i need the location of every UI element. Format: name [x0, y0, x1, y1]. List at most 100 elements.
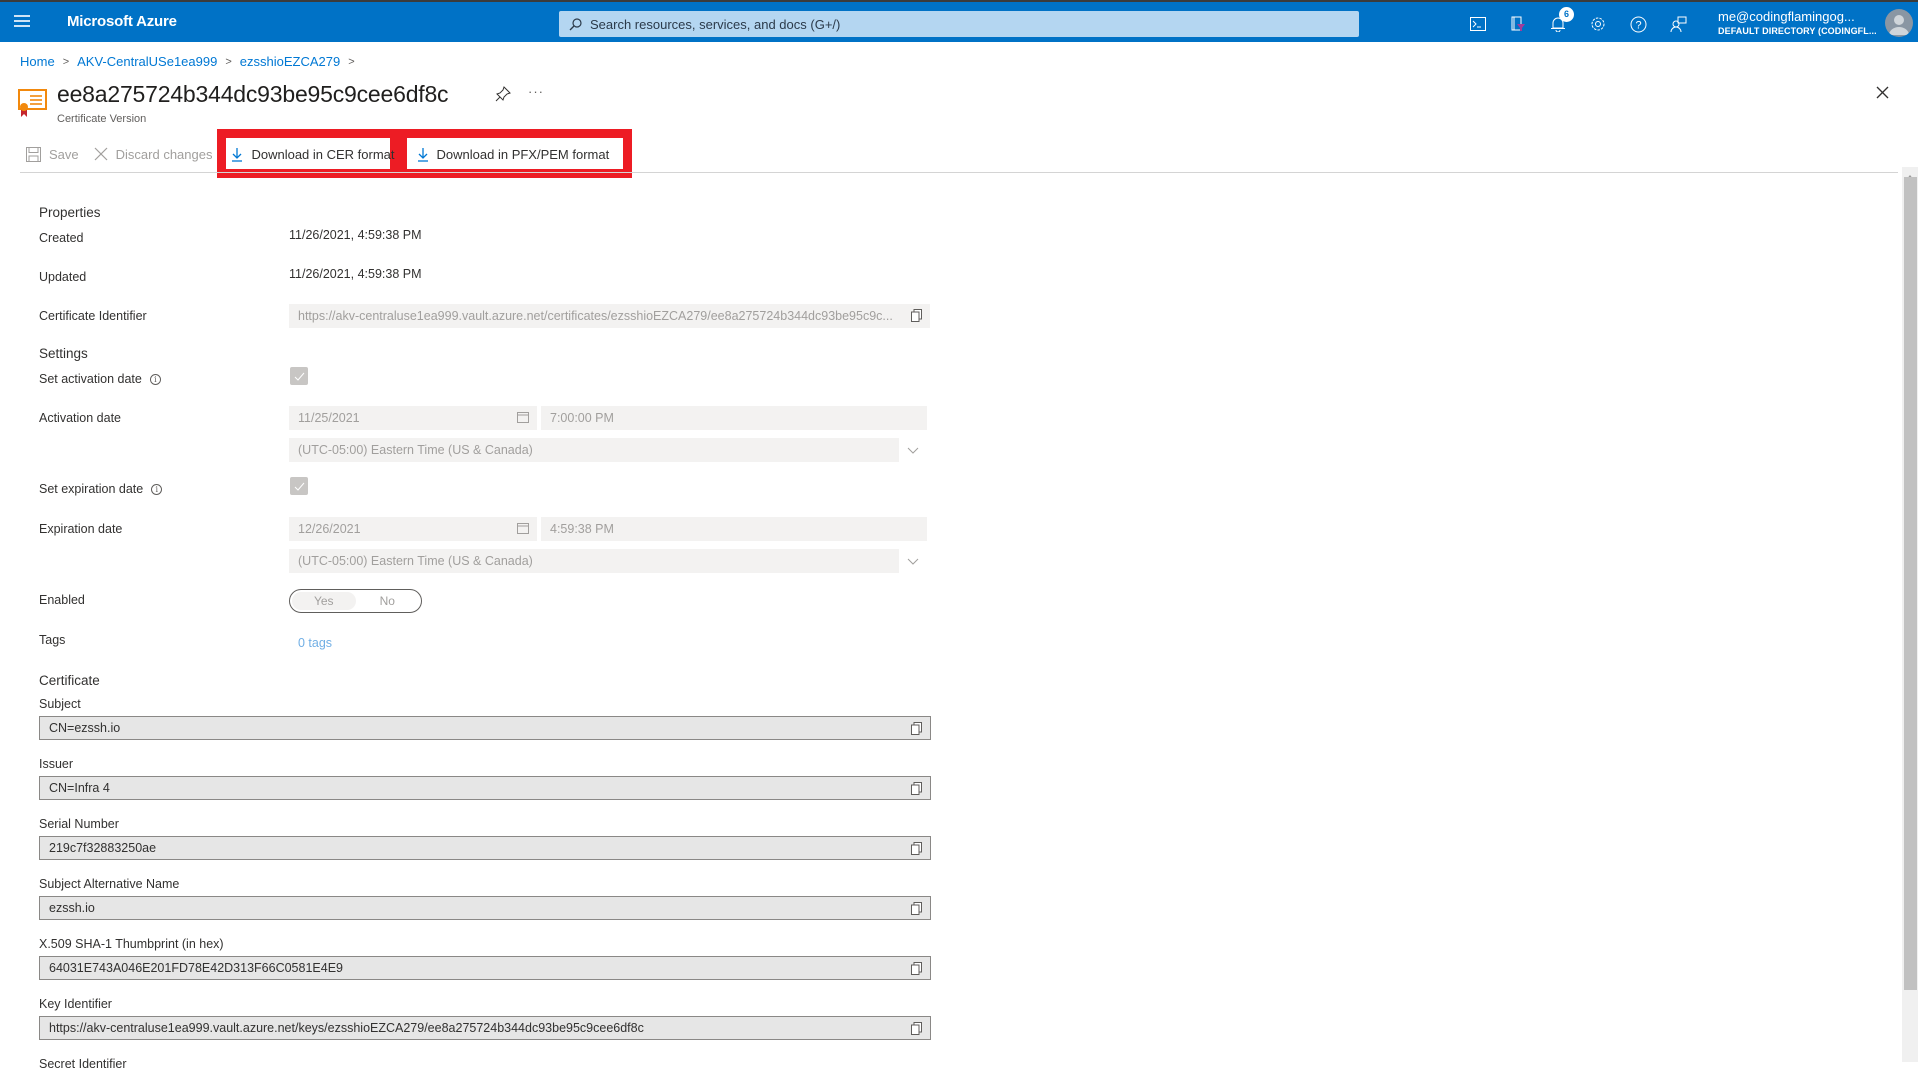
command-bar: Save Discard changes Download in CER for… [20, 140, 609, 168]
download-cer-label: Download in CER format [251, 146, 395, 162]
set-activation-date-checkbox[interactable] [290, 367, 308, 385]
certificate-field-label: Key Identifier [39, 997, 112, 1011]
copy-icon[interactable] [911, 842, 922, 858]
checkmark-icon [294, 372, 304, 381]
activation-date-picker[interactable]: 11/25/2021 [289, 406, 537, 430]
more-options-button[interactable]: ··· [528, 84, 544, 99]
certificate-field-text: ezssh.io [49, 901, 95, 915]
certificate-field-value[interactable]: CN=ezssh.io [39, 716, 931, 740]
account-menu[interactable]: me@codingflamingog... DEFAULT DIRECTORY … [1718, 9, 1877, 38]
expiration-time-value: 4:59:38 PM [550, 522, 614, 536]
certificate-field-value[interactable]: ezssh.io [39, 896, 931, 920]
certificate-field-value[interactable]: 64031E743A046E201FD78E42D313F66C0581E4E9 [39, 956, 931, 980]
copy-icon[interactable] [911, 1022, 922, 1038]
chevron-down-icon[interactable] [899, 438, 927, 462]
settings-icon[interactable] [1587, 13, 1609, 35]
certificate-field-value[interactable]: CN=Infra 4 [39, 776, 931, 800]
certificate-field-value[interactable]: https://akv-centraluse1ea999.vault.azure… [39, 1016, 931, 1040]
cloud-shell-icon[interactable] [1467, 13, 1489, 35]
global-search[interactable] [559, 11, 1359, 37]
vertical-scrollbar[interactable] [1902, 167, 1918, 1062]
search-input[interactable] [590, 16, 1330, 32]
certificate-heading: Certificate [39, 673, 100, 688]
chevron-right-icon: > [62, 55, 70, 68]
copy-icon[interactable] [911, 962, 922, 978]
avatar[interactable] [1885, 9, 1913, 37]
calendar-icon[interactable] [517, 522, 529, 537]
discard-changes-button[interactable]: Discard changes [94, 140, 212, 168]
certificate-field-text: https://akv-centraluse1ea999.vault.azure… [49, 1021, 644, 1035]
activation-timezone-dropdown[interactable]: (UTC-05:00) Eastern Time (US & Canada) [289, 438, 927, 462]
copy-icon[interactable] [911, 902, 922, 918]
expiration-date-picker[interactable]: 12/26/2021 [289, 517, 537, 541]
enabled-no-option[interactable]: No [356, 592, 420, 610]
certificate-identifier-label: Certificate Identifier [39, 309, 147, 323]
account-email: me@codingflamingog... [1718, 9, 1855, 24]
activation-time-value: 7:00:00 PM [550, 411, 614, 425]
activation-time-field[interactable]: 7:00:00 PM [541, 406, 927, 430]
enabled-label: Enabled [39, 593, 85, 607]
download-cer-button[interactable]: Download in CER format [231, 140, 395, 168]
certificate-field-label: Secret Identifier [39, 1057, 127, 1071]
certificate-icon [18, 88, 48, 123]
copy-icon[interactable] [911, 309, 922, 325]
page-subtitle: Certificate Version [57, 113, 147, 125]
settings-heading: Settings [39, 346, 88, 361]
calendar-icon[interactable] [517, 411, 529, 426]
pin-icon[interactable] [495, 86, 511, 107]
search-icon [569, 17, 582, 30]
download-icon [232, 147, 243, 162]
activation-timezone-value: (UTC-05:00) Eastern Time (US & Canada) [298, 443, 533, 457]
directory-filter-icon[interactable] [1507, 13, 1529, 35]
save-label: Save [49, 146, 79, 162]
info-icon[interactable]: i [151, 484, 163, 495]
breadcrumb-key-vault[interactable]: AKV-CentralUSe1ea999 [77, 54, 217, 69]
breadcrumb-home[interactable]: Home [20, 54, 55, 69]
enabled-toggle[interactable]: Yes No [289, 589, 422, 613]
copy-icon[interactable] [911, 782, 922, 798]
chevron-down-icon[interactable] [899, 549, 927, 573]
enabled-yes-option[interactable]: Yes [292, 592, 356, 610]
download-icon [417, 147, 428, 162]
certificate-field-label: Subject [39, 697, 81, 711]
download-pfx-pem-button[interactable]: Download in PFX/PEM format [417, 140, 610, 168]
svg-text:?: ? [1635, 19, 1641, 31]
close-icon[interactable] [1876, 86, 1889, 104]
updated-label: Updated [39, 270, 87, 284]
certificate-field-text: CN=Infra 4 [49, 781, 110, 795]
certificate-field-value[interactable]: 219c7f32883250ae [39, 836, 931, 860]
certificate-identifier-field[interactable]: https://akv-centraluse1ea999.vault.azure… [289, 304, 930, 328]
download-pfx-pem-label: Download in PFX/PEM format [436, 146, 610, 162]
activation-date-label: Activation date [39, 411, 121, 425]
expiration-date-value: 12/26/2021 [298, 522, 361, 536]
chevron-right-icon: > [348, 55, 355, 68]
certificate-field-text: 64031E743A046E201FD78E42D313F66C0581E4E9 [49, 961, 343, 975]
brand-name[interactable]: Microsoft Azure [67, 13, 177, 30]
copy-icon[interactable] [911, 722, 922, 738]
activation-date-value: 11/25/2021 [298, 411, 360, 425]
help-icon[interactable]: ? [1627, 13, 1649, 35]
certificate-field-label: Issuer [39, 757, 74, 771]
breadcrumb-certificate[interactable]: ezsshioEZCA279 [240, 54, 340, 69]
expiration-timezone-dropdown[interactable]: (UTC-05:00) Eastern Time (US & Canada) [289, 549, 927, 573]
checkmark-icon [294, 482, 304, 491]
page-title: ee8a275724b344dc93be95c9cee6df8c [57, 81, 449, 107]
certificate-field-label: Serial Number [39, 817, 119, 831]
feedback-icon[interactable] [1667, 13, 1689, 35]
menu-icon[interactable] [14, 15, 30, 29]
set-activation-date-text: Set activation date [39, 372, 142, 386]
tags-link[interactable]: 0 tags [298, 636, 332, 650]
save-button[interactable]: Save [26, 140, 79, 168]
certificate-field-text: CN=ezssh.io [49, 721, 121, 735]
notification-badge: 6 [1559, 7, 1574, 22]
info-icon[interactable]: i [149, 374, 161, 385]
notifications-icon[interactable]: 6 [1547, 7, 1574, 35]
set-expiration-date-checkbox[interactable] [290, 477, 308, 495]
scrollbar-thumb[interactable] [1904, 177, 1917, 990]
certificate-field-label: X.509 SHA-1 Thumbprint (in hex) [39, 937, 224, 951]
certificate-identifier-value: https://akv-centraluse1ea999.vault.azure… [298, 309, 893, 323]
account-directory: DEFAULT DIRECTORY (CODINGFL... [1718, 26, 1877, 36]
chevron-right-icon: > [225, 55, 232, 68]
updated-value: 11/26/2021, 4:59:38 PM [289, 267, 422, 281]
expiration-time-field[interactable]: 4:59:38 PM [541, 517, 927, 541]
